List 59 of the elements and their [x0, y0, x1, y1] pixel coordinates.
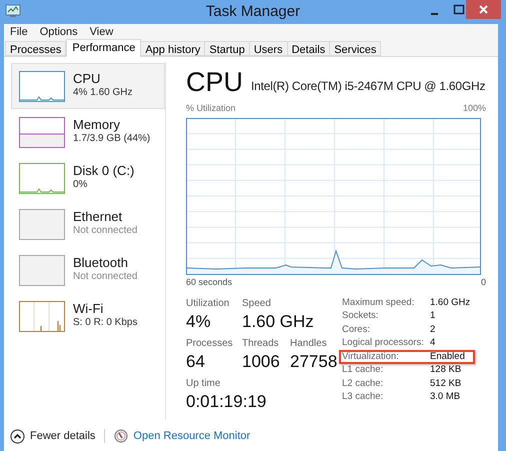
spec-label: L1 cache: — [342, 363, 384, 378]
stat-label: Speed — [242, 297, 272, 311]
spec-label: Sockets: — [342, 309, 380, 324]
sidebar-item[interactable]: Disk 0 (C:) 0% — [11, 155, 165, 201]
tab[interactable]: Services — [329, 41, 382, 56]
spec-label: L3 cache: — [342, 390, 384, 404]
axis-label: 60 seconds — [186, 276, 232, 288]
collapse-icon[interactable] — [10, 428, 25, 444]
spec-value: 1.60 GHz — [430, 296, 470, 310]
spec-value: 4 — [430, 336, 436, 350]
menu-item[interactable]: File — [10, 24, 28, 40]
stat-value: 1.60 GHz — [242, 311, 314, 333]
stat-label: Utilization — [186, 297, 230, 311]
close-icon[interactable] — [479, 5, 488, 14]
axis-label: 0 — [480, 276, 486, 288]
window-title: Task Manager — [206, 2, 300, 22]
tab[interactable]: App history — [140, 41, 206, 56]
processor-name: Intel(R) Core(TM) i5-2467M CPU @ 1.60GHz — [251, 78, 486, 95]
stat-label: Threads — [242, 337, 280, 351]
app-icon — [5, 4, 21, 18]
spec-value: 2 — [430, 322, 436, 337]
sidebar-item[interactable]: Bluetooth Not connected — [11, 247, 165, 293]
spec-label: Cores: — [342, 322, 371, 337]
stat-value: 1006 — [242, 351, 281, 373]
menu-item[interactable]: View — [90, 24, 114, 40]
spec-value: Enabled — [430, 350, 465, 364]
stat-label: Handles — [290, 337, 328, 351]
spec-label: Virtualization: — [342, 350, 400, 364]
tab[interactable]: Processes — [5, 41, 66, 56]
stat-value: 64 — [186, 351, 206, 373]
maximize-icon[interactable] — [453, 4, 465, 16]
fewer-details-button[interactable]: Fewer details — [30, 428, 96, 444]
spec-label: Maximum speed: — [342, 296, 416, 310]
spec-value: 128 KB — [430, 363, 462, 378]
stat-label: Processes — [186, 337, 234, 351]
close-button[interactable] — [466, 0, 501, 19]
menu-item[interactable]: Options — [40, 24, 78, 40]
spec-value: 3.0 MB — [430, 390, 460, 404]
stat-value: 4% — [186, 311, 212, 333]
axis-label: % Utilization — [186, 102, 236, 115]
stat-value: 27758 — [290, 351, 338, 373]
stat-label: Up time — [186, 377, 222, 391]
spec-label: Logical processors: — [342, 336, 425, 350]
sidebar-item[interactable]: Ethernet Not connected — [11, 201, 165, 247]
tab[interactable]: Startup — [204, 41, 250, 56]
axis-label: 100% — [462, 102, 486, 115]
open-resource-monitor-link[interactable]: Open Resource Monitor — [133, 428, 250, 444]
spec-value: 512 KB — [430, 376, 462, 391]
tab[interactable]: Details — [286, 41, 330, 56]
panel-title: CPU — [186, 69, 244, 96]
tab[interactable]: Performance — [66, 39, 142, 57]
spec-label: L2 cache: — [342, 376, 384, 391]
sidebar-item[interactable]: Wi-Fi S: 0 R: 0 Kbps — [11, 293, 165, 339]
tab[interactable]: Users — [248, 41, 288, 56]
sidebar-item[interactable]: Memory 1.7/3.9 GB (44%) — [11, 109, 165, 155]
spec-value: 1 — [430, 309, 436, 324]
gauge-icon[interactable] — [114, 429, 128, 443]
stat-value: 0:01:19:19 — [186, 391, 266, 413]
sidebar-item[interactable]: CPU 4% 1.60 GHz — [11, 63, 165, 109]
